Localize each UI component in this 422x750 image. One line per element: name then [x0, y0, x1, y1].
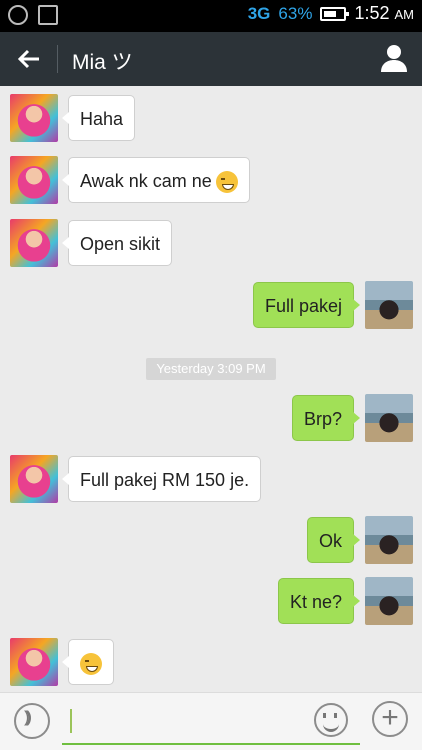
arrow-left-icon[interactable]	[14, 44, 44, 74]
header-divider	[57, 45, 58, 73]
clock: 1:52 AM	[354, 3, 414, 23]
contact-avatar[interactable]	[10, 94, 58, 142]
incoming-message[interactable]: Open sikit	[61, 220, 173, 266]
incoming-message[interactable]: Haha	[61, 95, 136, 141]
person-icon[interactable]	[378, 42, 410, 74]
battery-icon	[320, 6, 350, 21]
my-avatar[interactable]	[365, 577, 413, 625]
my-avatar[interactable]	[365, 281, 413, 329]
outgoing-message[interactable]: Ok	[306, 517, 361, 563]
incoming-message[interactable]: Full pakej RM 150 je.	[61, 456, 262, 502]
outgoing-message[interactable]: Kt ne?	[277, 578, 361, 624]
smiley-icon[interactable]	[314, 703, 348, 737]
contact-name[interactable]: Mia ツ	[72, 46, 133, 76]
plus-icon[interactable]: +	[372, 701, 408, 737]
my-avatar[interactable]	[365, 394, 413, 442]
grinning-emoji-icon	[215, 171, 238, 194]
grinning-emoji-icon	[80, 653, 102, 676]
network-indicator: 3G	[247, 3, 271, 23]
chat-header: Mia ツ	[0, 32, 422, 86]
status-bar: 3G 63% 1:52 AM	[0, 0, 422, 32]
text-cursor	[70, 709, 72, 733]
message-list[interactable]: Haha Awak nk cam ne Open sikit Full pake…	[0, 86, 422, 692]
image-notification-icon	[38, 5, 58, 25]
incoming-message[interactable]: Awak nk cam ne	[62, 157, 250, 203]
contact-avatar[interactable]	[10, 455, 58, 503]
outgoing-message[interactable]: Full pakej	[252, 282, 361, 328]
outgoing-message[interactable]: Brp?	[291, 395, 361, 441]
whatsapp-notification-icon	[8, 5, 28, 25]
my-avatar[interactable]	[365, 516, 413, 564]
date-separator: Yesterday 3:09 PM	[146, 358, 276, 380]
contact-avatar[interactable]	[10, 219, 58, 267]
input-bar: +	[0, 692, 422, 750]
battery-percent: 63%	[278, 3, 313, 23]
incoming-message[interactable]	[62, 639, 114, 685]
contact-avatar[interactable]	[10, 156, 58, 204]
contact-avatar[interactable]	[10, 638, 58, 686]
voice-icon[interactable]	[14, 703, 50, 739]
